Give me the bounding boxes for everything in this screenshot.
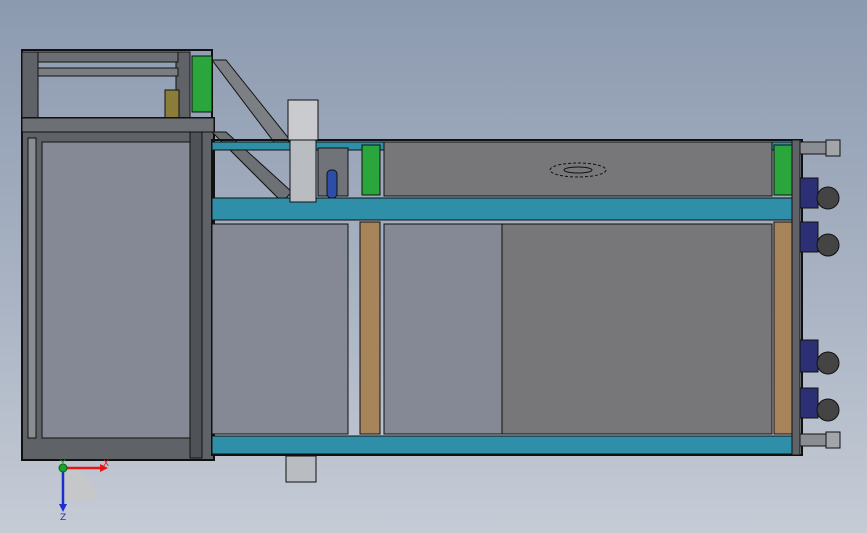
leveling-foot-lower-pad (825, 431, 841, 449)
caster-wheel-4 (799, 387, 819, 419)
left-cabinet[interactable] (21, 117, 215, 461)
leveling-foot-pad (825, 139, 841, 157)
green-bracket-upper (191, 55, 213, 113)
upper-frame-rail-mid (37, 67, 179, 77)
left-cabinet-top-rail (21, 117, 215, 133)
wood-block-right (773, 221, 795, 435)
cylinder-rod (326, 169, 338, 199)
cad-viewport[interactable]: X Z Y (0, 0, 867, 533)
caster-wheel-3-tire (816, 351, 840, 375)
z-axis-label: Z (60, 513, 66, 523)
caster-wheel-4-tire (816, 398, 840, 422)
y-axis-label: Y (59, 459, 66, 469)
caster-group-upper[interactable] (799, 139, 841, 257)
upper-frame[interactable] (21, 49, 213, 121)
upper-frame-bracket (164, 89, 180, 119)
upper-frame-post-left (21, 51, 39, 121)
left-cabinet-edge (27, 137, 37, 439)
caster-wheel-3 (799, 339, 819, 373)
left-cabinet-panel (41, 141, 191, 439)
right-frame-post (791, 139, 801, 456)
panel-right (501, 223, 773, 435)
caster-group-lower[interactable] (799, 339, 841, 449)
z-axis-head (59, 504, 67, 512)
leveling-foot-icon (799, 141, 827, 155)
wood-block-left (359, 221, 381, 435)
caster-wheel-2 (799, 221, 819, 253)
caster-wheel-2-tire (816, 233, 840, 257)
machine-assembly-view[interactable]: X Z Y (0, 0, 867, 533)
teal-beam-bottom (211, 435, 798, 455)
coordinate-triad[interactable]: X Z Y (58, 459, 109, 523)
leveling-foot-lower (799, 433, 827, 447)
caster-wheel-icon (799, 177, 819, 209)
green-bracket-right (773, 144, 793, 196)
panel-middle (383, 223, 503, 435)
cylinder-head (287, 99, 319, 141)
pneumatic-cylinder-icon (289, 139, 317, 203)
diagonal-brace[interactable] (210, 59, 293, 203)
triad-arc (63, 468, 97, 502)
panel-top-right (383, 141, 773, 197)
cylinder-bottom (285, 455, 317, 483)
upper-frame-rail-top (37, 51, 179, 63)
left-cabinet-post (189, 131, 203, 459)
caster-wheel (816, 186, 840, 210)
x-axis-label: X (103, 459, 109, 469)
green-bracket-mid (361, 144, 381, 196)
panel-left (211, 223, 349, 435)
